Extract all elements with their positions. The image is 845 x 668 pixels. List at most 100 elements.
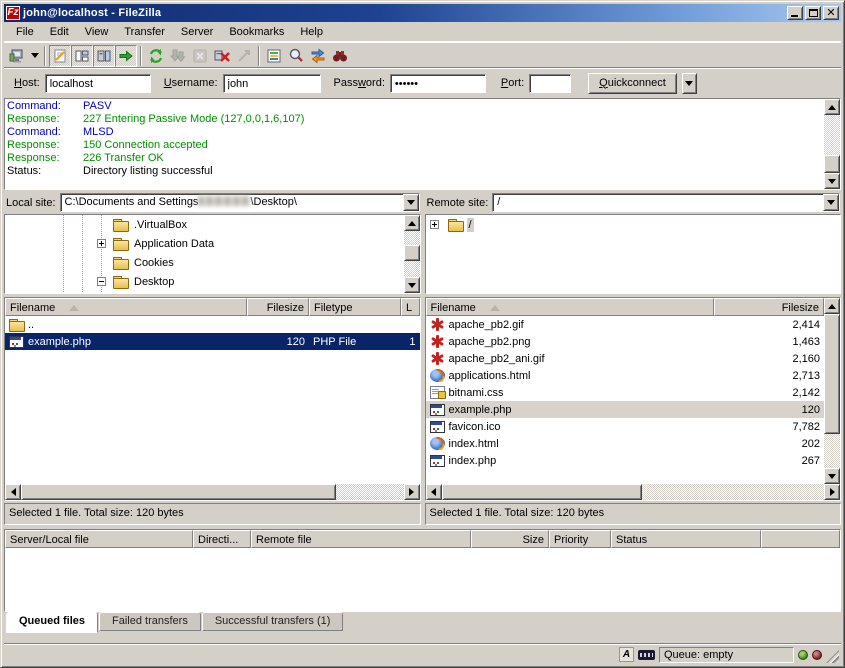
column-header-size[interactable]: Size — [471, 530, 549, 548]
scroll-right-button[interactable] — [824, 484, 840, 500]
column-header-filename[interactable]: Filename — [5, 298, 247, 316]
column-header-filesize[interactable]: Filesize — [714, 298, 825, 316]
scroll-thumb[interactable] — [404, 245, 420, 261]
host-input[interactable] — [45, 74, 151, 93]
column-header-filetype[interactable]: Filetype — [309, 298, 401, 316]
port-input[interactable] — [529, 74, 571, 93]
column-header-remote-file[interactable]: Remote file — [251, 530, 471, 548]
username-input[interactable] — [223, 74, 321, 93]
speed-limits-icon[interactable] — [638, 650, 655, 660]
scroll-left-button[interactable] — [426, 484, 442, 500]
column-header-filename[interactable]: Filename — [426, 298, 714, 316]
file-row[interactable]: apache_pb2.png1,463 — [426, 333, 825, 350]
file-row[interactable]: apache_pb2_ani.gif2,160 — [426, 350, 825, 367]
tree-item-root[interactable]: / — [426, 215, 841, 234]
resize-grip[interactable] — [826, 650, 839, 663]
file-row[interactable]: bitnami.css2,142 — [426, 384, 825, 401]
local-hscrollbar[interactable] — [5, 484, 420, 500]
local-path-combo[interactable]: C:\Documents and Settings\Desktop\ — [60, 193, 420, 212]
menu-help[interactable]: Help — [292, 24, 331, 40]
quickconnect-dropdown[interactable] — [682, 73, 697, 94]
data-led-red-icon — [812, 650, 822, 660]
scroll-thumb[interactable] — [824, 155, 840, 173]
toggle-queue-button[interactable] — [115, 45, 137, 67]
column-header-status[interactable]: Status — [611, 530, 761, 548]
refresh-button[interactable] — [145, 45, 167, 67]
log-line: Command:PASV — [7, 100, 824, 113]
toggle-remote-tree-button[interactable] — [93, 45, 115, 67]
file-row[interactable]: favicon.ico7,782 — [426, 418, 825, 435]
scroll-up-button[interactable] — [824, 99, 840, 115]
menu-server[interactable]: Server — [173, 24, 221, 40]
file-row-example-php[interactable]: example.php 120 PHP File 1 — [5, 333, 420, 350]
scroll-down-button[interactable] — [824, 173, 840, 189]
local-tree-scrollbar[interactable] — [404, 215, 420, 293]
scroll-down-button[interactable] — [824, 468, 840, 484]
toggle-local-tree-button[interactable] — [71, 45, 93, 67]
column-header-server-local-file[interactable]: Server/Local file — [5, 530, 193, 548]
file-row[interactable]: apache_pb2.gif2,414 — [426, 316, 825, 333]
remote-hscrollbar[interactable] — [426, 484, 841, 500]
log-scrollbar[interactable] — [824, 99, 840, 189]
menu-transfer[interactable]: Transfer — [116, 24, 173, 40]
tab-successful-transfers[interactable]: Successful transfers (1) — [202, 612, 344, 631]
tree-item-virtualbox[interactable]: .VirtualBox — [5, 215, 404, 234]
file-row[interactable]: index.php267 — [426, 452, 825, 469]
scroll-thumb[interactable] — [442, 484, 642, 500]
remote-path-dropdown[interactable] — [823, 194, 839, 211]
maximize-button[interactable] — [805, 6, 821, 20]
arrow-up-icon — [828, 304, 836, 309]
tree-item-cookies[interactable]: Cookies — [5, 253, 404, 272]
menu-view[interactable]: View — [77, 24, 117, 40]
column-header-last-modified[interactable]: L — [401, 298, 420, 316]
menu-bookmarks[interactable]: Bookmarks — [221, 24, 292, 40]
tab-queued-files[interactable]: Queued files — [6, 612, 98, 633]
find-files-button[interactable] — [329, 45, 351, 67]
site-manager-dropdown[interactable] — [28, 45, 41, 67]
column-header-filesize[interactable]: Filesize — [247, 298, 309, 316]
scroll-thumb[interactable] — [21, 484, 336, 500]
scroll-thumb[interactable] — [824, 314, 840, 434]
cancel-operation-button[interactable] — [189, 45, 211, 67]
tree-item-application-data[interactable]: Application Data — [5, 234, 404, 253]
file-row-example-php[interactable]: example.php120 — [426, 401, 825, 418]
close-button[interactable]: ✕ — [823, 6, 839, 20]
column-header-empty — [761, 530, 840, 548]
menu-edit[interactable]: Edit — [42, 24, 77, 40]
file-row[interactable]: applications.html2,713 — [426, 367, 825, 384]
scroll-up-button[interactable] — [404, 215, 420, 231]
toggle-message-log-button[interactable] — [49, 45, 71, 67]
synchronized-browsing-button[interactable] — [307, 45, 329, 67]
password-input[interactable] — [390, 74, 486, 93]
menu-file[interactable]: File — [8, 24, 42, 40]
collapse-icon[interactable] — [97, 277, 106, 286]
compare-directories-button[interactable] — [285, 45, 307, 67]
title-bar[interactable]: Fz john@localhost - FileZilla ✕ — [4, 4, 841, 22]
local-path-dropdown[interactable] — [403, 194, 419, 211]
quickconnect-button[interactable]: Quickconnect — [588, 73, 677, 94]
column-header-direction[interactable]: Directi... — [193, 530, 251, 548]
minimize-button[interactable] — [787, 6, 803, 20]
arrow-down-icon — [828, 179, 836, 184]
file-row-parent-dir[interactable]: .. — [5, 316, 420, 333]
disconnect-button[interactable] — [211, 45, 233, 67]
scroll-left-button[interactable] — [5, 484, 21, 500]
remote-file-list: Filename Filesize apache_pb2.gif2,414 ap… — [425, 297, 842, 501]
expand-icon[interactable] — [97, 239, 106, 248]
remote-path-combo[interactable]: / — [492, 193, 840, 212]
tree-item-desktop[interactable]: Desktop — [5, 272, 404, 291]
site-manager-button[interactable] — [6, 45, 28, 67]
scroll-right-button[interactable] — [404, 484, 420, 500]
file-row[interactable]: index.html202 — [426, 435, 825, 452]
process-queue-button[interactable] — [167, 45, 189, 67]
column-header-priority[interactable]: Priority — [549, 530, 611, 548]
tab-failed-transfers[interactable]: Failed transfers — [99, 612, 201, 631]
remote-vscrollbar[interactable] — [824, 298, 840, 484]
scroll-down-button[interactable] — [404, 277, 420, 293]
reconnect-button[interactable] — [233, 45, 255, 67]
php-file-icon — [9, 336, 24, 348]
scroll-up-button[interactable] — [824, 298, 840, 314]
dropdown-icon — [31, 53, 39, 58]
directory-filters-button[interactable] — [263, 45, 285, 67]
expand-icon[interactable] — [430, 220, 439, 229]
